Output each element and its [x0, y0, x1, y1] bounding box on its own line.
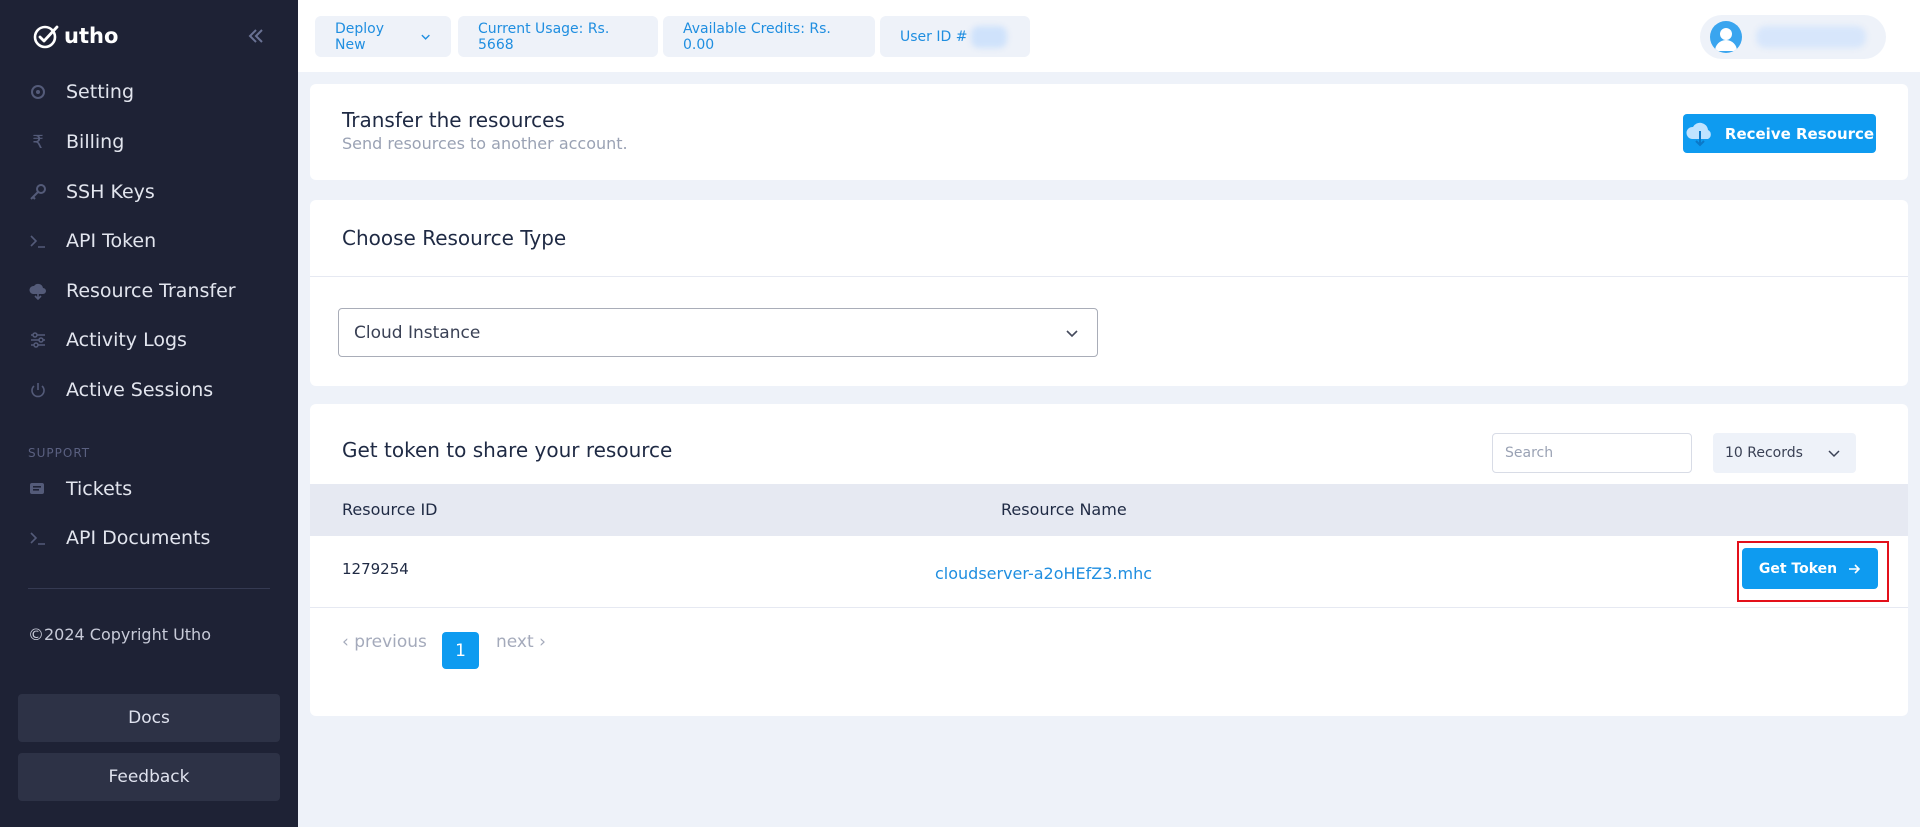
terminal-icon	[28, 231, 48, 251]
receive-resource-button[interactable]: Receive Resource	[1683, 114, 1876, 153]
deploy-new-label: Deploy New	[335, 20, 385, 53]
cloud-download-icon	[1686, 122, 1711, 146]
column-header-resource-name: Resource Name	[1001, 500, 1127, 519]
sidebar-item-label: API Token	[66, 230, 157, 252]
user-name-redacted	[1756, 26, 1866, 48]
logo-row: utho	[0, 0, 298, 72]
get-token-card: Get token to share your resource Search …	[310, 404, 1908, 716]
sidebar-item-label: Activity Logs	[66, 329, 187, 351]
chevron-down-icon	[421, 34, 430, 40]
sidebar-item-label: SSH Keys	[66, 181, 155, 203]
transfer-resources-card: Transfer the resources Send resources to…	[310, 84, 1908, 180]
transfer-card-title: Transfer the resources	[342, 108, 565, 132]
feedback-button[interactable]: Feedback	[18, 753, 280, 801]
choose-type-title: Choose Resource Type	[342, 226, 567, 250]
topbar: Deploy New Current Usage: Rs. 5668 Avail…	[298, 0, 1920, 72]
user-id-label: User ID #	[900, 28, 968, 45]
sidebar-item-activity-logs[interactable]: Activity Logs	[28, 320, 187, 360]
sidebar-item-billing[interactable]: ₹ Billing	[28, 122, 124, 162]
receive-resource-label: Receive Resource	[1724, 124, 1875, 143]
docs-button[interactable]: Docs	[18, 694, 280, 742]
sidebar-item-label: Setting	[66, 81, 135, 103]
choose-resource-type-card: Choose Resource Type Cloud Instance	[310, 200, 1908, 386]
sidebar-item-api-documents[interactable]: API Documents	[28, 518, 210, 558]
sidebar-item-tickets[interactable]: Tickets	[28, 469, 132, 509]
user-id-chip: User ID #	[880, 16, 1030, 57]
user-icon	[1715, 28, 1737, 51]
resource-id-cell: 1279254	[342, 560, 409, 578]
rupee-icon: ₹	[32, 131, 44, 153]
table-row: 1279254 cloudserver-a2oHEfZ3.mhc Get Tok…	[310, 536, 1908, 608]
support-section-label: SUPPORT	[28, 446, 91, 460]
brand-name: utho	[64, 24, 119, 48]
key-icon	[28, 182, 48, 202]
deploy-new-dropdown[interactable]: Deploy New	[315, 16, 451, 57]
current-usage-text: Current Usage: Rs. 5668	[478, 20, 610, 53]
column-header-resource-id: Resource ID	[342, 500, 438, 519]
next-page-link[interactable]: next ›	[496, 632, 546, 652]
ticket-icon	[28, 479, 48, 499]
sidebar-divider	[28, 588, 270, 589]
previous-page-link[interactable]: ‹ previous	[342, 632, 427, 652]
card-divider	[310, 276, 1908, 277]
avatar	[1710, 21, 1742, 53]
user-menu[interactable]	[1700, 15, 1886, 59]
user-id-redacted	[971, 25, 1008, 48]
get-token-title: Get token to share your resource	[342, 438, 673, 462]
resource-name-link[interactable]: cloudserver-a2oHEfZ3.mhc	[935, 564, 1152, 583]
sidebar-item-label: API Documents	[66, 527, 211, 549]
gear-icon	[28, 82, 48, 102]
sidebar-item-label: Active Sessions	[66, 379, 214, 401]
records-label: 10 Records	[1725, 445, 1803, 461]
collapse-sidebar-icon[interactable]	[244, 24, 268, 48]
sidebar-item-label: Billing	[66, 131, 125, 153]
sidebar-item-ssh-keys[interactable]: SSH Keys	[28, 172, 155, 212]
chevron-down-icon	[1066, 330, 1078, 338]
transfer-card-subtitle: Send resources to another account.	[342, 134, 628, 153]
copyright-text: ©2024 Copyright Utho	[28, 625, 211, 644]
logo-check-icon	[33, 25, 59, 49]
sidebar: utho Setting ₹ Billing SSH Keys API Toke…	[0, 0, 298, 827]
chevron-down-icon	[1828, 450, 1840, 458]
available-credits-text: Available Credits: Rs. 0.00	[683, 20, 831, 53]
search-placeholder: Search	[1505, 445, 1554, 461]
current-usage-chip: Current Usage: Rs. 5668	[458, 16, 658, 57]
resource-type-select[interactable]: Cloud Instance	[338, 308, 1098, 357]
sidebar-item-label: Tickets	[66, 478, 133, 500]
power-icon	[28, 380, 48, 400]
brand-logo[interactable]: utho	[32, 22, 118, 50]
sidebar-item-resource-transfer[interactable]: Resource Transfer	[28, 271, 236, 311]
available-credits-chip: Available Credits: Rs. 0.00	[663, 16, 875, 57]
records-per-page-select[interactable]: 10 Records	[1713, 433, 1856, 473]
terminal-icon	[28, 528, 48, 548]
page-number-current[interactable]: 1	[442, 632, 479, 669]
sliders-icon	[28, 330, 48, 350]
sidebar-item-label: Resource Transfer	[66, 280, 236, 302]
cloud-transfer-icon	[28, 281, 48, 301]
search-input[interactable]: Search	[1492, 433, 1692, 473]
highlight-annotation-box	[1737, 541, 1889, 602]
resource-type-value: Cloud Instance	[354, 322, 481, 343]
sidebar-item-api-token[interactable]: API Token	[28, 221, 156, 261]
sidebar-item-active-sessions[interactable]: Active Sessions	[28, 370, 213, 410]
sidebar-item-setting[interactable]: Setting	[28, 72, 134, 112]
table-header: Resource ID Resource Name	[310, 484, 1908, 536]
